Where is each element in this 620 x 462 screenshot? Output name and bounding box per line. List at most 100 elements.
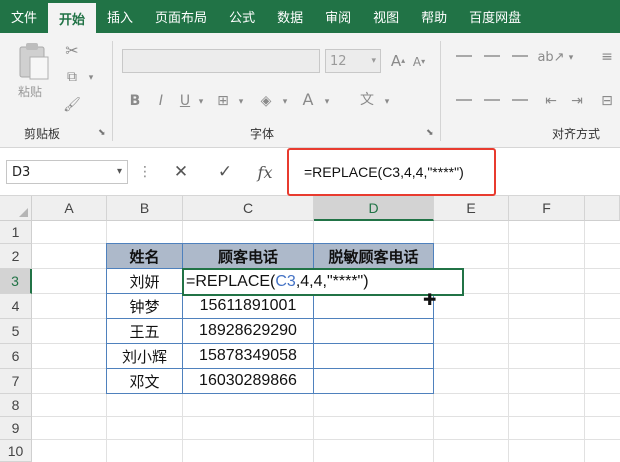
ribbon: 粘贴 ✂ ⧉ ▾ 🖌 剪贴板 ⬊ 12 ▾ A ▴ A ▾ B I U ▾ ⊞ ▾ …	[0, 33, 620, 148]
increase-font-icon[interactable]: A ▴	[388, 51, 408, 71]
chevron-down-icon[interactable]: ▾	[280, 95, 290, 109]
align-middle-icon[interactable]	[484, 55, 500, 57]
tab-review[interactable]: 审阅	[314, 0, 362, 33]
row-header-8[interactable]: 8	[0, 394, 32, 417]
phone-cell[interactable]: 18928629290	[183, 319, 313, 343]
row-header-9[interactable]: 9	[0, 417, 32, 440]
column-header-g[interactable]	[585, 196, 620, 221]
grid-line	[508, 221, 509, 462]
orientation-icon[interactable]: ab↗	[537, 47, 564, 67]
column-header-a[interactable]: A	[32, 196, 107, 221]
tab-baidu-netdisk[interactable]: 百度网盘	[458, 0, 532, 33]
chevron-down-icon[interactable]: ▾	[566, 51, 576, 65]
fill-cursor-icon: ✚	[423, 290, 437, 309]
align-top-icon[interactable]	[456, 55, 472, 57]
group-separator	[112, 41, 113, 141]
phonetic-guide-icon[interactable]: 文	[356, 89, 378, 111]
row-header-3[interactable]: 3	[0, 269, 32, 294]
select-all-button[interactable]	[0, 196, 32, 221]
underline-icon[interactable]: U	[176, 91, 194, 111]
formula-bar: D3 ▾ ⋮ ✕ ✓ fx =REPLACE(C3,4,4,"****")	[0, 148, 620, 196]
font-size-box[interactable]: 12 ▾	[325, 49, 381, 73]
name-cell[interactable]: 刘妍	[107, 269, 182, 293]
more-options-icon[interactable]: ⋮	[138, 160, 152, 184]
column-header-c[interactable]: C	[183, 196, 314, 221]
column-header-f[interactable]: F	[509, 196, 585, 221]
tab-formulas[interactable]: 公式	[218, 0, 266, 33]
tab-view[interactable]: 视图	[362, 0, 410, 33]
font-launcher-icon[interactable]: ⬊	[426, 128, 434, 138]
font-size-value: 12	[330, 53, 347, 69]
format-painter-icon[interactable]: 🖌	[62, 95, 82, 115]
decrease-font-icon[interactable]: A ▾	[410, 53, 428, 71]
row-header-2[interactable]: 2	[0, 244, 32, 269]
clipboard-launcher-icon[interactable]: ⬊	[98, 128, 106, 138]
font-name-box[interactable]	[122, 49, 320, 73]
phone-cell[interactable]: 15611891001	[183, 294, 313, 318]
header-phone-cell[interactable]: 顾客电话	[183, 244, 313, 268]
editor-formula-suffix: ,4,4,"****")	[295, 273, 369, 290]
chevron-down-icon[interactable]: ▾	[196, 95, 206, 109]
tab-help[interactable]: 帮助	[410, 0, 458, 33]
header-masked-phone-cell[interactable]: 脱敏顾客电话	[314, 244, 433, 268]
row-header-4[interactable]: 4	[0, 294, 32, 319]
copy-dropdown-icon[interactable]: ▾	[86, 71, 96, 85]
name-cell[interactable]: 刘小辉	[107, 344, 182, 368]
copy-icon[interactable]: ⧉	[62, 67, 82, 87]
column-header-b[interactable]: B	[107, 196, 183, 221]
grid-line	[32, 439, 620, 440]
name-box-value: D3	[12, 164, 31, 180]
align-right-icon[interactable]	[512, 99, 528, 101]
name-cell[interactable]: 钟梦	[107, 294, 182, 318]
header-name-cell[interactable]: 姓名	[107, 244, 182, 268]
increase-indent-icon[interactable]: ⇥	[568, 91, 586, 111]
grid-line	[584, 221, 585, 462]
row-header-7[interactable]: 7	[0, 369, 32, 394]
font-group-label: 字体	[250, 127, 275, 141]
group-separator	[440, 41, 441, 141]
italic-icon[interactable]: I	[152, 91, 170, 111]
column-header-e[interactable]: E	[434, 196, 509, 221]
row-header-6[interactable]: 6	[0, 344, 32, 369]
chevron-down-icon[interactable]: ▾	[236, 95, 246, 109]
tab-file[interactable]: 文件	[0, 0, 48, 33]
align-center-icon[interactable]	[484, 99, 500, 101]
border-icon[interactable]: ⊞	[214, 91, 232, 111]
table-border	[106, 318, 434, 319]
merge-center-icon[interactable]: ⊟	[598, 91, 616, 111]
enter-button[interactable]: ✓	[212, 160, 238, 184]
name-cell[interactable]: 邓文	[107, 369, 182, 393]
grid-line	[433, 221, 434, 462]
row-header-1[interactable]: 1	[0, 221, 32, 244]
font-color-icon[interactable]: A	[298, 89, 318, 111]
row-header-10[interactable]: 10	[0, 440, 32, 462]
paste-icon[interactable]	[14, 41, 52, 81]
chevron-down-icon[interactable]: ▾	[322, 95, 332, 109]
paste-label[interactable]: 粘贴	[18, 83, 42, 100]
tab-data[interactable]: 数据	[266, 0, 314, 33]
table-border	[106, 343, 434, 344]
cut-icon[interactable]: ✂	[62, 41, 82, 61]
insert-function-button[interactable]: fx	[252, 160, 278, 184]
chevron-down-icon[interactable]: ▾	[117, 166, 122, 177]
phone-cell[interactable]: 15878349058	[183, 344, 313, 368]
fill-color-icon[interactable]: ◈	[256, 91, 276, 111]
name-box[interactable]: D3 ▾	[6, 160, 128, 184]
align-left-icon[interactable]	[456, 99, 472, 101]
column-header-d[interactable]: D	[314, 196, 434, 221]
align-bottom-icon[interactable]	[512, 55, 528, 57]
cell-editor[interactable]: =REPLACE(C3,4,4,"****")	[182, 268, 464, 296]
tab-home[interactable]: 开始	[48, 3, 97, 33]
chevron-down-icon[interactable]: ▾	[382, 95, 392, 109]
decrease-indent-icon[interactable]: ⇤	[542, 91, 560, 111]
bold-icon[interactable]: B	[126, 91, 144, 111]
tab-insert[interactable]: 插入	[96, 0, 144, 33]
editor-cell-reference: C3	[275, 273, 296, 290]
formula-input[interactable]: =REPLACE(C3,4,4,"****")	[292, 160, 620, 184]
tab-page-layout[interactable]: 页面布局	[144, 0, 218, 33]
name-cell[interactable]: 王五	[107, 319, 182, 343]
cancel-button[interactable]: ✕	[168, 160, 194, 184]
phone-cell[interactable]: 16030289866	[183, 369, 313, 393]
wrap-text-icon[interactable]: ≡	[598, 47, 616, 67]
row-header-5[interactable]: 5	[0, 319, 32, 344]
